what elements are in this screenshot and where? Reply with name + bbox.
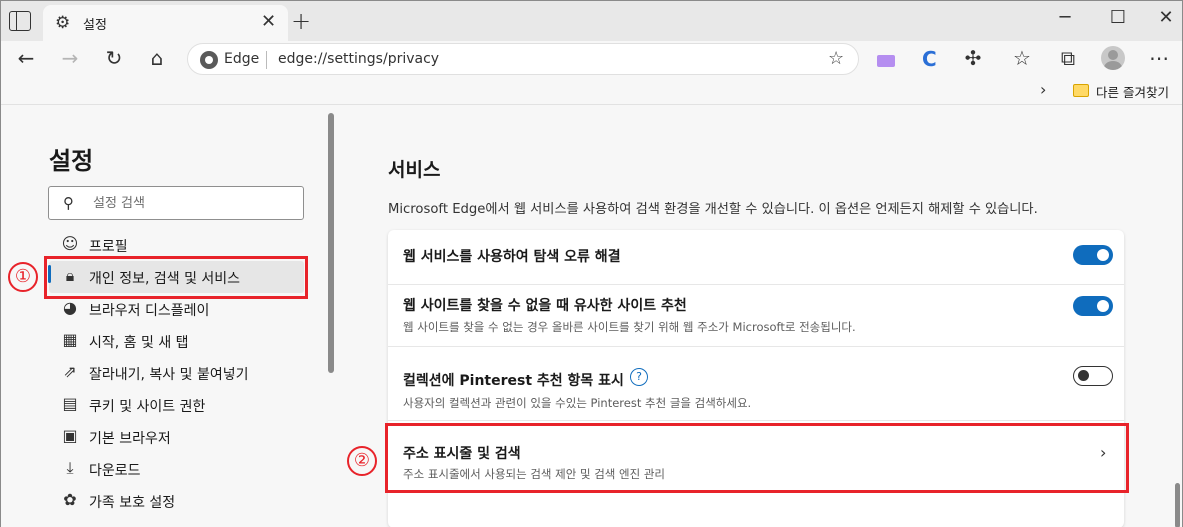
help-icon[interactable]: ? bbox=[630, 368, 648, 386]
toggle-similar-sites[interactable] bbox=[1073, 296, 1113, 316]
palette-icon: ◕ bbox=[63, 298, 77, 317]
address-brand: Edge bbox=[224, 51, 260, 67]
row-title: 컬렉션에 Pinterest 추천 항목 표시 bbox=[403, 373, 624, 389]
sidebar-item-label: 가족 보호 설정 bbox=[89, 495, 176, 511]
address-bar[interactable]: Edge edge://settings/privacy ☆ bbox=[187, 43, 859, 75]
default-browser-icon: ▣ bbox=[62, 426, 78, 445]
download-icon: ⤓ bbox=[66, 458, 74, 477]
page-title: 설정 bbox=[49, 147, 94, 175]
row-title: 웹 사이트를 찾을 수 없을 때 유사한 사이트 추천 bbox=[403, 298, 687, 314]
close-tab-icon[interactable]: ✕ bbox=[261, 11, 276, 32]
extensions-icon[interactable]: ✣ bbox=[959, 46, 987, 70]
tab-title: 설정 bbox=[83, 18, 107, 33]
tab-actions-icon[interactable] bbox=[9, 11, 31, 31]
share-icon: ⇗ bbox=[63, 362, 77, 381]
row-title: 웹 서비스를 사용하여 탐색 오류 해결 bbox=[403, 249, 621, 265]
back-icon[interactable]: ← bbox=[12, 46, 40, 70]
maximize-icon[interactable]: ☐ bbox=[1103, 7, 1133, 28]
row-subtitle: 사용자의 컬렉션과 관련이 있을 수있는 Pinterest 추천 글을 검색하… bbox=[403, 396, 752, 410]
add-favorite-icon[interactable]: ☆ bbox=[828, 48, 844, 69]
chevron-right-icon[interactable]: › bbox=[1040, 80, 1046, 99]
avatar[interactable] bbox=[1101, 46, 1125, 70]
start-page-icon: ▦ bbox=[62, 330, 78, 349]
step-marker-2: ② bbox=[347, 446, 377, 476]
favorites-folder[interactable]: 다른 즐겨찾기 bbox=[1096, 82, 1169, 101]
row-subtitle: 웹 사이트를 찾을 수 없는 경우 올바른 사이트를 찾기 위해 웹 주소가 M… bbox=[403, 320, 856, 334]
highlight-box-privacy bbox=[44, 256, 308, 299]
edge-logo-icon bbox=[200, 51, 218, 69]
address-url[interactable]: edge://settings/privacy bbox=[278, 51, 439, 67]
minimize-icon[interactable]: ─ bbox=[1050, 7, 1080, 28]
setting-row-similar-sites: 웹 사이트를 찾을 수 없을 때 유사한 사이트 추천 웹 사이트를 찾을 수 … bbox=[388, 285, 1124, 347]
sidebar-item-label: 브라우저 디스플레이 bbox=[89, 303, 210, 319]
sidebar-item-label: 잘라내기, 복사 및 붙여넣기 bbox=[89, 367, 249, 383]
settings-sidebar: 설정 ⚲ ☺ 프로필 🔒︎ 개인 정보, 검색 및 서비스 ◕ 브라우저 디스플… bbox=[1, 105, 337, 527]
main-scrollbar[interactable] bbox=[1175, 483, 1180, 527]
sidebar-item-label: 다운로드 bbox=[89, 463, 141, 479]
toggle-nav-errors[interactable] bbox=[1073, 245, 1113, 265]
site-permissions-icon: ▤ bbox=[62, 394, 78, 413]
section-description: Microsoft Edge에서 웹 서비스를 사용하여 검색 환경을 개선할 … bbox=[388, 202, 1038, 217]
search-icon: ⚲ bbox=[63, 194, 74, 212]
close-window-icon[interactable]: ✕ bbox=[1151, 7, 1181, 28]
tab-settings[interactable]: ⚙ 설정 ✕ bbox=[43, 5, 288, 41]
more-menu-icon[interactable]: ⋯ bbox=[1145, 46, 1173, 70]
section-title: 서비스 bbox=[388, 159, 441, 181]
settings-search[interactable]: ⚲ bbox=[48, 186, 304, 220]
setting-row-pinterest: 컬렉션에 Pinterest 추천 항목 표시 ? 사용자의 컬렉션과 관련이 … bbox=[388, 347, 1124, 421]
gear-icon: ⚙ bbox=[55, 13, 71, 33]
toolbar: ← → ↻ ⌂ Edge edge://settings/privacy ☆ C… bbox=[1, 41, 1182, 77]
sidebar-item-family[interactable]: ✿ 가족 보호 설정 bbox=[49, 485, 304, 517]
sidebar-item-share[interactable]: ⇗ 잘라내기, 복사 및 붙여넣기 bbox=[49, 357, 304, 389]
forward-icon[interactable]: → bbox=[56, 46, 84, 70]
profile-icon: ☺ bbox=[61, 234, 79, 253]
new-tab-icon[interactable]: + bbox=[291, 7, 311, 35]
sidebar-item-default-browser[interactable]: ▣ 기본 브라우저 bbox=[49, 421, 304, 453]
sidebar-item-label: 기본 브라우저 bbox=[89, 431, 171, 447]
toggle-pinterest[interactable] bbox=[1073, 366, 1113, 386]
highlight-box-address-bar bbox=[385, 423, 1129, 493]
sidebar-item-label: 프로필 bbox=[89, 239, 128, 255]
sidebar-item-label: 쿠키 및 사이트 권한 bbox=[89, 399, 206, 415]
title-bar: ⚙ 설정 ✕ + ─ ☐ ✕ bbox=[1, 1, 1182, 41]
refresh-icon[interactable]: ↻ bbox=[100, 46, 128, 70]
collections-icon[interactable]: ⧉ bbox=[1054, 46, 1082, 70]
sidebar-item-label: 시작, 홈 및 새 탭 bbox=[89, 335, 189, 351]
home-icon[interactable]: ⌂ bbox=[143, 46, 171, 70]
family-icon: ✿ bbox=[63, 490, 77, 509]
sidebar-item-cookies[interactable]: ▤ 쿠키 및 사이트 권한 bbox=[49, 389, 304, 421]
folder-icon bbox=[1073, 84, 1089, 97]
favorites-icon[interactable]: ☆ bbox=[1008, 46, 1036, 70]
extension-c-icon[interactable]: C bbox=[922, 47, 937, 71]
setting-row-nav-errors: 웹 서비스를 사용하여 탐색 오류 해결 bbox=[388, 230, 1124, 285]
sidebar-item-start[interactable]: ▦ 시작, 홈 및 새 탭 bbox=[49, 325, 304, 357]
extension-card-icon[interactable] bbox=[877, 55, 895, 67]
sidebar-scrollbar[interactable] bbox=[328, 113, 334, 373]
search-input[interactable] bbox=[93, 193, 293, 213]
favorites-bar: › 다른 즐겨찾기 bbox=[1, 77, 1182, 105]
step-marker-1: ① bbox=[8, 262, 38, 292]
divider bbox=[266, 51, 267, 69]
sidebar-item-downloads[interactable]: ⤓ 다운로드 bbox=[49, 453, 304, 485]
